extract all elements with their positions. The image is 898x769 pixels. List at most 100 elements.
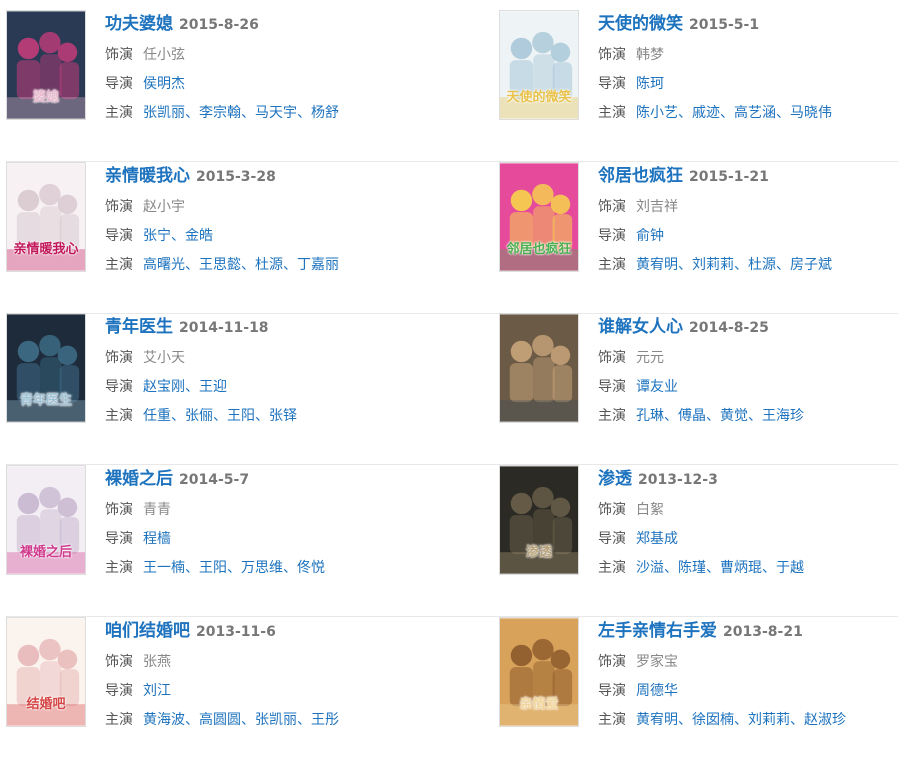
- director-line: 导演 侯明杰: [105, 70, 425, 99]
- actor-link[interactable]: 马天宇: [255, 105, 297, 121]
- series-title-link[interactable]: 邻居也疯狂: [598, 166, 683, 186]
- actor-link[interactable]: 王思懿: [199, 257, 241, 273]
- actor-link[interactable]: 黄觉: [720, 408, 748, 424]
- list-row: 亲情暖我心 亲情暖我心 2015-3-28 饰演 赵小宇 导演 张宁、金皓 主演 高曙光、王思懿…: [0, 162, 898, 314]
- series-card: 结婚吧 咱们结婚吧 2013-11-6 饰演 张燕 导演 刘江 主演 黄海波、高圆圆、张凯丽、王…: [6, 617, 426, 737]
- actor-link[interactable]: 张俪: [185, 408, 213, 424]
- cast-line: 主演 黄宥明、刘莉莉、杜源、房子斌: [598, 251, 898, 280]
- actor-link[interactable]: 王阳: [199, 560, 227, 576]
- actor-link[interactable]: 李宗翰: [199, 105, 241, 121]
- actor-link[interactable]: 黄宥明: [636, 712, 678, 728]
- director-link[interactable]: 郑基成: [636, 531, 678, 547]
- series-poster[interactable]: 亲情暖我心: [6, 162, 86, 272]
- series-title-link[interactable]: 咱们结婚吧: [105, 621, 190, 641]
- actor-link[interactable]: 戚迹: [692, 105, 720, 121]
- role-name: 任小弦: [143, 47, 185, 63]
- actor-link[interactable]: 赵淑珍: [804, 712, 846, 728]
- series-card: 渗透 渗透 2013-12-3 饰演 白絮 导演 郑基成 主演 沙溢、陈瑾、曹炳琨、于越: [499, 465, 898, 585]
- series-title-link[interactable]: 亲情暖我心: [105, 166, 190, 186]
- title-line: 亲情暖我心 2015-3-28: [105, 162, 425, 190]
- title-line: 左手亲情右手爱 2013-8-21: [598, 617, 898, 645]
- series-title-link[interactable]: 渗透: [598, 469, 632, 489]
- actor-link[interactable]: 杜源: [255, 257, 283, 273]
- director-link[interactable]: 陈珂: [636, 76, 664, 92]
- actor-link[interactable]: 王一楠: [143, 560, 185, 576]
- actor-link[interactable]: 陈小艺: [636, 105, 678, 121]
- name-separator: 、: [664, 408, 678, 424]
- actor-link[interactable]: 于越: [776, 560, 804, 576]
- list-row: 裸婚之后 裸婚之后 2014-5-7 饰演 青青 导演 程樯 主演 王一楠、王阳、万思维、佟悦渗…: [0, 465, 898, 617]
- actor-link[interactable]: 房子斌: [790, 257, 832, 273]
- actor-link[interactable]: 万思维: [241, 560, 283, 576]
- director-link[interactable]: 赵宝刚: [143, 379, 185, 395]
- director-link[interactable]: 王迎: [199, 379, 227, 395]
- actor-link[interactable]: 王海珍: [762, 408, 804, 424]
- series-title-link[interactable]: 左手亲情右手爱: [598, 621, 717, 641]
- actor-link[interactable]: 黄宥明: [636, 257, 678, 273]
- actor-link[interactable]: 刘莉莉: [748, 712, 790, 728]
- role-label: 饰演: [598, 502, 626, 518]
- director-link[interactable]: 金皓: [185, 228, 213, 244]
- air-date: 2013-12-3: [638, 472, 718, 488]
- actor-link[interactable]: 曹炳琨: [720, 560, 762, 576]
- actor-link[interactable]: 傅晶: [678, 408, 706, 424]
- series-poster[interactable]: 渗透: [499, 465, 579, 575]
- director-label: 导演: [598, 228, 626, 244]
- title-line: 咱们结婚吧 2013-11-6: [105, 617, 425, 645]
- actor-link[interactable]: 高圆圆: [199, 712, 241, 728]
- actor-link[interactable]: 孔琳: [636, 408, 664, 424]
- director-link[interactable]: 俞钟: [636, 228, 664, 244]
- actor-link[interactable]: 杜源: [748, 257, 776, 273]
- series-poster[interactable]: 结婚吧: [6, 617, 86, 727]
- director-link[interactable]: 侯明杰: [143, 76, 185, 92]
- air-date: 2013-11-6: [196, 624, 276, 640]
- actor-link[interactable]: 张凯丽: [143, 105, 185, 121]
- series-title-link[interactable]: 青年医生: [105, 317, 173, 337]
- actor-link[interactable]: 刘莉莉: [692, 257, 734, 273]
- actor-link[interactable]: 张凯丽: [255, 712, 297, 728]
- actor-link[interactable]: 杨舒: [311, 105, 339, 121]
- series-poster[interactable]: 邻居也疯狂: [499, 162, 579, 272]
- cast-line: 主演 陈小艺、戚迹、高艺涵、马晓伟: [598, 99, 898, 128]
- actor-link[interactable]: 陈瑾: [678, 560, 706, 576]
- director-link[interactable]: 程樯: [143, 531, 171, 547]
- actor-link[interactable]: 王彤: [311, 712, 339, 728]
- director-label: 导演: [598, 683, 626, 699]
- name-separator: 、: [762, 560, 776, 576]
- director-link[interactable]: 周德华: [636, 683, 678, 699]
- role-name: 艾小天: [143, 350, 185, 366]
- series-poster[interactable]: [499, 313, 579, 423]
- actor-link[interactable]: 高艺涵: [734, 105, 776, 121]
- actor-link[interactable]: 张铎: [269, 408, 297, 424]
- director-link[interactable]: 张宁: [143, 228, 171, 244]
- actor-link[interactable]: 任重: [143, 408, 171, 424]
- actor-link[interactable]: 王阳: [227, 408, 255, 424]
- actor-link[interactable]: 黄海波: [143, 712, 185, 728]
- series-title-link[interactable]: 功夫婆媳: [105, 14, 173, 34]
- name-separator: 、: [297, 105, 311, 121]
- title-line: 渗透 2013-12-3: [598, 465, 898, 493]
- series-poster[interactable]: 婆媳: [6, 10, 86, 120]
- series-poster[interactable]: 裸婚之后: [6, 465, 86, 575]
- cast-line: 主演 孔琳、傅晶、黄觉、王海珍: [598, 402, 898, 431]
- series-info: 谁解女人心 2014-8-25 饰演 元元 导演 谭友业 主演 孔琳、傅晶、黄觉、王海珍: [598, 313, 898, 431]
- series-poster[interactable]: 天使的微笑: [499, 10, 579, 120]
- series-title-link[interactable]: 裸婚之后: [105, 469, 173, 489]
- series-title-link[interactable]: 谁解女人心: [598, 317, 683, 337]
- actor-link[interactable]: 丁嘉丽: [297, 257, 339, 273]
- role-label: 饰演: [598, 47, 626, 63]
- air-date: 2014-5-7: [179, 472, 250, 488]
- name-separator: 、: [748, 408, 762, 424]
- director-link[interactable]: 刘江: [143, 683, 171, 699]
- series-title-link[interactable]: 天使的微笑: [598, 14, 683, 34]
- series-poster[interactable]: 亲情爱: [499, 617, 579, 727]
- actor-link[interactable]: 沙溢: [636, 560, 664, 576]
- actor-link[interactable]: 佟悦: [297, 560, 325, 576]
- series-info: 裸婚之后 2014-5-7 饰演 青青 导演 程樯 主演 王一楠、王阳、万思维、佟悦: [105, 465, 425, 583]
- director-link[interactable]: 谭友业: [636, 379, 678, 395]
- actor-link[interactable]: 徐囡楠: [692, 712, 734, 728]
- actor-link[interactable]: 马晓伟: [790, 105, 832, 121]
- series-info: 天使的微笑 2015-5-1 饰演 韩梦 导演 陈珂 主演 陈小艺、戚迹、高艺涵、马晓伟: [598, 10, 898, 128]
- actor-link[interactable]: 高曙光: [143, 257, 185, 273]
- series-poster[interactable]: 青年医生: [6, 313, 86, 423]
